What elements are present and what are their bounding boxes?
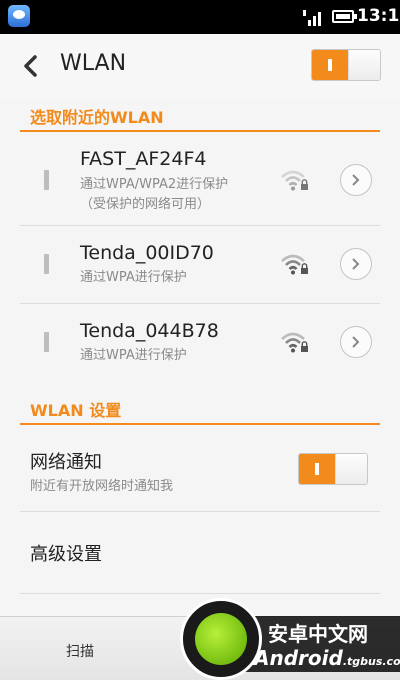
network-details-button[interactable] — [340, 248, 372, 280]
wlan-settings-section-header: WLAN 设置 — [20, 393, 380, 425]
wifi-network-item[interactable]: Tenda_00ID70 通过WPA进行保护 — [20, 226, 380, 304]
signal-icon — [303, 10, 321, 26]
network-ssid: Tenda_00ID70 — [80, 242, 214, 264]
signal-strength-bar — [44, 254, 49, 274]
security-line: 通过WPA/WPA2进行保护 — [80, 177, 229, 192]
watermark-banner: 安卓中文网 Android.tgbus.com — [240, 616, 400, 672]
network-details-button[interactable] — [340, 326, 372, 358]
advanced-settings-row[interactable]: 高级设置 — [20, 512, 380, 594]
watermark-cn-text: 安卓中文网 — [268, 622, 368, 646]
chevron-right-icon — [352, 258, 360, 270]
watermark-domain: .tgbus.com — [342, 655, 400, 668]
watermark-en-text: Android.tgbus.com — [254, 646, 400, 670]
network-ssid: FAST_AF24F4 — [80, 148, 207, 170]
network-ssid: Tenda_044B78 — [80, 320, 219, 342]
section-title: 选取附近的WLAN — [30, 108, 164, 127]
chevron-right-icon — [352, 174, 360, 186]
network-security: 通过WPA/WPA2进行保护 （受保护的网络可用） — [80, 175, 228, 215]
security-note: （受保护的网络可用） — [80, 197, 211, 212]
wifi-network-item[interactable]: Tenda_044B78 通过WPA进行保护 — [20, 304, 380, 390]
wifi-network-item[interactable]: FAST_AF24F4 通过WPA/WPA2进行保护 （受保护的网络可用） — [20, 140, 380, 226]
notification-app-icon — [8, 5, 30, 27]
scan-button[interactable]: 扫描 — [66, 641, 94, 661]
toggle-on-segment — [312, 50, 348, 80]
network-notify-toggle[interactable] — [298, 453, 368, 485]
advanced-settings-title: 高级设置 — [30, 544, 102, 565]
wifi-locked-icon — [281, 254, 308, 275]
page-title: WLAN — [60, 51, 127, 76]
wifi-locked-icon — [281, 332, 308, 353]
network-security: 通过WPA进行保护 — [80, 270, 187, 285]
wifi-locked-icon — [281, 170, 308, 191]
toggle-off-segment — [335, 454, 367, 484]
back-arrow-icon[interactable] — [20, 52, 46, 80]
signal-strength-bar — [44, 170, 49, 190]
network-notify-subtitle: 附近有开放网络时通知我 — [30, 479, 174, 494]
watermark-logo: 安卓中文网 Android.tgbus.com — [180, 598, 400, 680]
signal-strength-bar — [44, 332, 49, 352]
header: WLAN — [0, 34, 400, 100]
network-notify-row[interactable]: 网络通知 附近有开放网络时通知我 — [20, 430, 380, 512]
network-notify-title: 网络通知 — [30, 452, 102, 473]
battery-icon — [332, 10, 357, 23]
network-details-button[interactable] — [340, 164, 372, 196]
nearby-wlan-section-header: 选取附近的WLAN — [20, 100, 380, 132]
section-title: WLAN 设置 — [30, 401, 122, 420]
watermark-brand: Android — [254, 646, 343, 670]
toggle-off-segment — [348, 50, 380, 80]
clock: 13:14 — [357, 6, 400, 26]
status-bar: 13:14 — [0, 0, 400, 34]
toggle-on-segment — [299, 454, 335, 484]
network-security: 通过WPA进行保护 — [80, 348, 187, 363]
android-robot-icon — [180, 598, 262, 680]
wlan-toggle[interactable] — [311, 49, 381, 81]
chevron-right-icon — [352, 336, 360, 348]
